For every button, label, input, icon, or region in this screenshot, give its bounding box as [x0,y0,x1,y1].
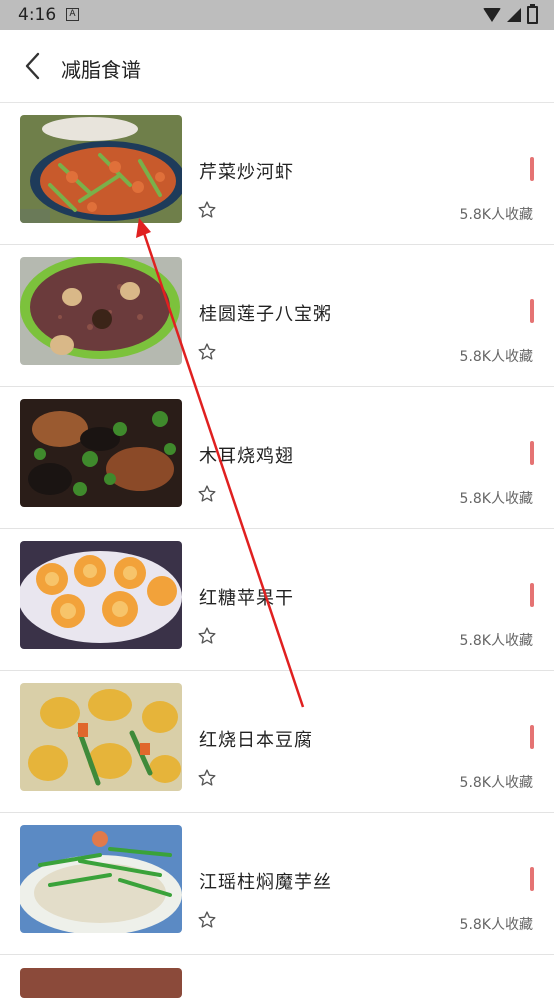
star-icon[interactable] [197,626,217,646]
star-icon[interactable] [197,768,217,788]
status-bar: 4:16 A [0,0,554,30]
recipe-thumbnail [20,399,182,507]
star-icon[interactable] [197,342,217,362]
accent-marker [530,725,534,749]
status-icons [483,4,538,24]
favorite-count: 5.8K人收藏 [459,917,533,933]
recipe-title: 江瑶柱焖魔芋丝 [199,872,332,893]
recipe-list: 芹菜炒河虾 5.8K人收藏 桂圆莲子八宝粥 5.8K人收藏 木耳烧鸡翅 5.8K… [0,103,554,955]
favorite-count: 5.8K人收藏 [459,207,533,223]
recipe-item[interactable]: 木耳烧鸡翅 5.8K人收藏 [0,387,554,529]
status-time: 4:16 [18,5,57,25]
recipe-title: 木耳烧鸡翅 [199,446,294,467]
notification-a-icon: A [66,8,79,21]
accent-marker [530,441,534,465]
battery-icon [527,4,538,24]
favorite-count: 5.8K人收藏 [459,349,533,365]
recipe-thumbnail [20,257,182,365]
chevron-left-icon [25,52,40,80]
recipe-item[interactable]: 桂圆莲子八宝粥 5.8K人收藏 [0,245,554,387]
recipe-title: 桂圆莲子八宝粥 [199,304,332,325]
accent-marker [530,583,534,607]
back-button[interactable] [16,48,52,84]
recipe-thumbnail [20,541,182,649]
wifi-icon [483,8,501,22]
favorite-count: 5.8K人收藏 [459,491,533,507]
top-bar: 减脂食谱 [0,30,554,103]
page-title: 减脂食谱 [61,58,141,82]
recipe-title: 芹菜炒河虾 [199,162,294,183]
star-icon[interactable] [197,484,217,504]
star-icon[interactable] [197,200,217,220]
recipe-thumbnail [20,968,182,998]
recipe-thumbnail [20,115,182,223]
star-icon[interactable] [197,910,217,930]
recipe-title: 红糖苹果干 [199,588,294,609]
recipe-item-partial[interactable] [0,951,554,998]
accent-marker [530,299,534,323]
recipe-item[interactable]: 芹菜炒河虾 5.8K人收藏 [0,103,554,245]
accent-marker [530,867,534,891]
favorite-count: 5.8K人收藏 [459,775,533,791]
recipe-item[interactable]: 江瑶柱焖魔芋丝 5.8K人收藏 [0,813,554,955]
recipe-thumbnail [20,825,182,933]
recipe-item[interactable]: 红糖苹果干 5.8K人收藏 [0,529,554,671]
accent-marker [530,157,534,181]
recipe-item[interactable]: 红烧日本豆腐 5.8K人收藏 [0,671,554,813]
signal-icon [507,8,521,22]
favorite-count: 5.8K人收藏 [459,633,533,649]
recipe-thumbnail [20,683,182,791]
recipe-title: 红烧日本豆腐 [199,730,313,751]
